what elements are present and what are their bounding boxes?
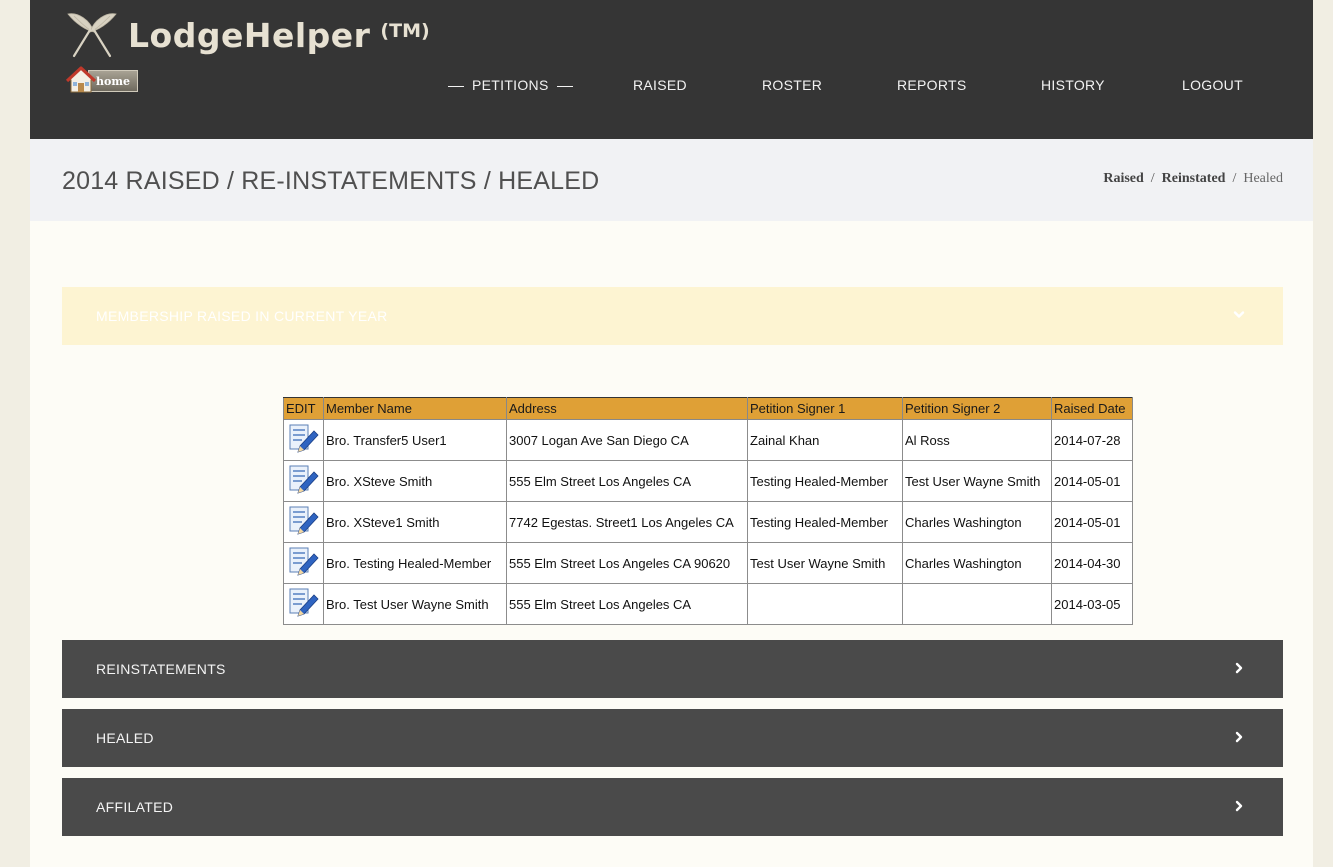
raised-members-table: EDIT Member Name Address Petition Signer… (283, 397, 1133, 625)
cell-petition-signer-2: Charles Washington (902, 542, 1052, 584)
nav-roster-label: ROSTER (762, 77, 823, 93)
nav-active-dash-right (556, 85, 573, 87)
cell-petition-signer-2: Al Ross (902, 419, 1052, 461)
cell-member-name: Bro. XSteve Smith (323, 460, 507, 502)
cell-member-name: Bro. Transfer5 User1 (323, 419, 507, 461)
table-row: Bro. Testing Healed-Member 555 Elm Stree… (283, 542, 1133, 584)
title-strip: 2014 RAISED / RE-INSTATEMENTS / HEALED R… (30, 139, 1313, 221)
cell-address: 7742 Egestas. Street1 Los Angeles CA (506, 501, 748, 543)
cell-raised-date: 2014-05-01 (1051, 501, 1133, 543)
chevron-right-icon (1235, 731, 1243, 743)
raised-table-wrap: EDIT Member Name Address Petition Signer… (283, 397, 1133, 625)
breadcrumb-reinstated[interactable]: Reinstated (1162, 171, 1226, 186)
edit-document-icon[interactable] (286, 546, 320, 578)
breadcrumb-raised[interactable]: Raised (1103, 171, 1143, 186)
cell-member-name: Bro. XSteve1 Smith (323, 501, 507, 543)
table-header-row: EDIT Member Name Address Petition Signer… (283, 397, 1133, 420)
chevron-down-icon (1233, 311, 1245, 318)
nav-raised[interactable]: RAISED (633, 77, 687, 93)
col-petition-signer-2: Petition Signer 2 (902, 397, 1052, 420)
edit-cell (283, 583, 324, 625)
nav-reports[interactable]: REPORTS (897, 77, 967, 93)
nav-reports-label: REPORTS (897, 77, 967, 93)
main-nav: PETITIONS RAISED ROSTER REPORTS HISTORY … (30, 77, 1313, 99)
section-raised-label: MEMBERSHIP RAISED IN CURRENT YEAR (96, 308, 388, 324)
house-icon (66, 66, 96, 93)
section-reinstatements-header[interactable]: REINSTATEMENTS (62, 640, 1283, 698)
edit-cell (283, 542, 324, 584)
breadcrumb-separator: / (1150, 171, 1155, 186)
col-member-name: Member Name (323, 397, 507, 420)
nav-roster[interactable]: ROSTER (762, 77, 822, 93)
table-row: Bro. Test User Wayne Smith 555 Elm Stree… (283, 583, 1133, 625)
section-healed-header[interactable]: HEALED (62, 709, 1283, 767)
nav-petitions-label: PETITIONS (472, 77, 549, 93)
chevron-right-icon (1235, 662, 1243, 674)
cell-raised-date: 2014-05-01 (1051, 460, 1133, 502)
nav-logout-label: LOGOUT (1182, 77, 1243, 93)
cell-raised-date: 2014-07-28 (1051, 419, 1133, 461)
cell-address: 555 Elm Street Los Angeles CA (506, 583, 748, 625)
section-reinstatements-label: REINSTATEMENTS (96, 661, 226, 677)
nav-active-dash-left (448, 85, 464, 87)
breadcrumb: Raised / Reinstated / Healed (1103, 171, 1283, 187)
crossed-quills-icon (67, 13, 117, 58)
cell-petition-signer-2: Test User Wayne Smith (902, 460, 1052, 502)
col-edit: EDIT (283, 397, 324, 420)
nav-raised-label: RAISED (633, 77, 687, 93)
cell-petition-signer-1: Zainal Khan (747, 419, 903, 461)
col-petition-signer-1: Petition Signer 1 (747, 397, 903, 420)
breadcrumb-separator: / (1232, 171, 1237, 186)
table-row: Bro. XSteve Smith 555 Elm Street Los Ang… (283, 460, 1133, 502)
edit-document-icon[interactable] (286, 505, 320, 537)
edit-document-icon[interactable] (286, 464, 320, 496)
cell-member-name: Bro. Testing Healed-Member (323, 542, 507, 584)
cell-raised-date: 2014-04-30 (1051, 542, 1133, 584)
section-affiliated-header[interactable]: AFFILATED (62, 778, 1283, 836)
cell-petition-signer-1: Testing Healed-Member (747, 460, 903, 502)
nav-petitions[interactable]: PETITIONS (448, 77, 581, 93)
breadcrumb-healed: Healed (1243, 171, 1283, 186)
section-healed-label: HEALED (96, 730, 154, 746)
logo[interactable]: LodgeHelper (TM) (64, 10, 430, 60)
cell-petition-signer-1: Testing Healed-Member (747, 501, 903, 543)
nav-history-label: HISTORY (1041, 77, 1105, 93)
page-title: 2014 RAISED / RE-INSTATEMENTS / HEALED (62, 167, 600, 195)
cell-petition-signer-2 (902, 583, 1052, 625)
cell-address: 555 Elm Street Los Angeles CA (506, 460, 748, 502)
section-raised-header[interactable]: MEMBERSHIP RAISED IN CURRENT YEAR (62, 287, 1283, 345)
table-row: Bro. Transfer5 User1 3007 Logan Ave San … (283, 419, 1133, 461)
col-raised-date: Raised Date (1051, 397, 1133, 420)
edit-document-icon[interactable] (286, 423, 320, 455)
col-address: Address (506, 397, 748, 420)
edit-cell (283, 460, 324, 502)
nav-history[interactable]: HISTORY (1041, 77, 1105, 93)
page: LodgeHelper (TM) home PETITIONS RAISED R… (30, 0, 1313, 867)
cell-raised-date: 2014-03-05 (1051, 583, 1133, 625)
cell-address: 555 Elm Street Los Angeles CA 90620 (506, 542, 748, 584)
nav-logout[interactable]: LOGOUT (1182, 77, 1243, 93)
chevron-right-icon (1235, 800, 1243, 812)
cell-petition-signer-1 (747, 583, 903, 625)
section-affiliated-label: AFFILATED (96, 799, 174, 815)
edit-cell (283, 419, 324, 461)
cell-petition-signer-1: Test User Wayne Smith (747, 542, 903, 584)
cell-petition-signer-2: Charles Washington (902, 501, 1052, 543)
edit-document-icon[interactable] (286, 587, 320, 619)
top-header: LodgeHelper (TM) home PETITIONS RAISED R… (30, 0, 1313, 139)
cell-member-name: Bro. Test User Wayne Smith (323, 583, 507, 625)
edit-cell (283, 501, 324, 543)
table-row: Bro. XSteve1 Smith 7742 Egestas. Street1… (283, 501, 1133, 543)
trademark: (TM) (380, 20, 430, 42)
app-name: LodgeHelper (128, 15, 371, 55)
cell-address: 3007 Logan Ave San Diego CA (506, 419, 748, 461)
